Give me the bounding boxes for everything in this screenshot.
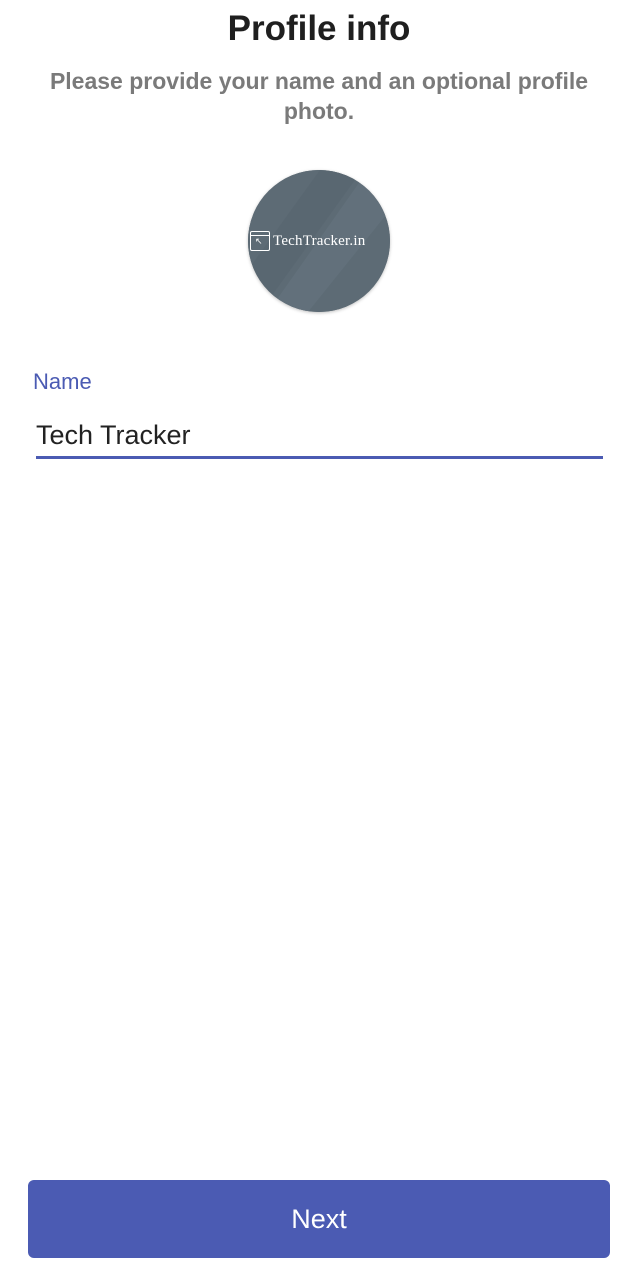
next-button[interactable]: Next: [28, 1180, 610, 1258]
logo-text: TechTracker.in: [273, 233, 366, 249]
techtracker-logo: TechTracker.in: [250, 229, 390, 253]
page-title: Profile info: [227, 9, 411, 48]
profile-photo-avatar[interactable]: TechTracker.in: [248, 170, 390, 312]
name-field-label: Name: [33, 369, 92, 394]
page-subtitle: Please provide your name and an optional…: [49, 68, 589, 124]
name-input[interactable]: [36, 414, 603, 459]
browser-cursor-icon: [250, 231, 270, 251]
